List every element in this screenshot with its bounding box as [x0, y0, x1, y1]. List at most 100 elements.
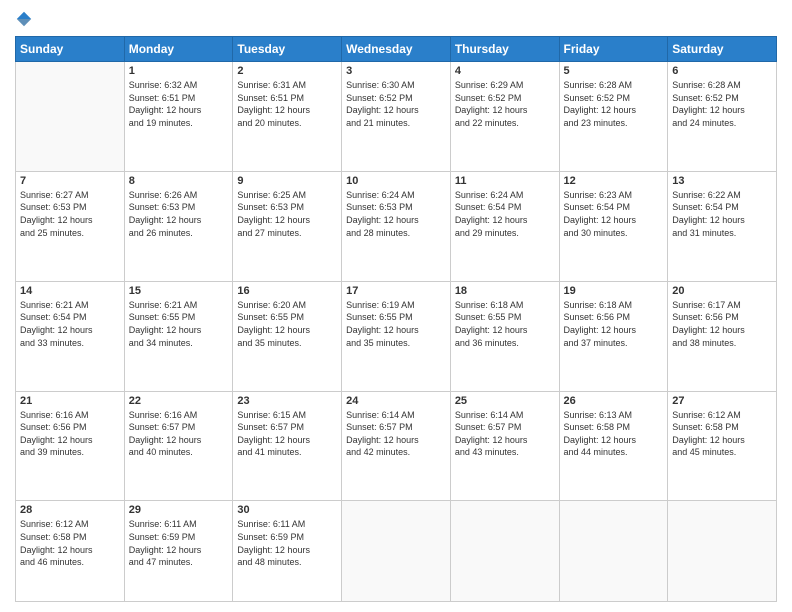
calendar-cell: [450, 501, 559, 602]
day-number: 21: [20, 395, 120, 407]
day-number: 3: [346, 65, 446, 77]
column-header-monday: Monday: [124, 37, 233, 62]
day-number: 28: [20, 504, 120, 516]
logo: [15, 10, 35, 28]
day-info: Sunrise: 6:23 AM Sunset: 6:54 PM Dayligh…: [564, 189, 664, 239]
day-number: 1: [129, 65, 229, 77]
page: SundayMondayTuesdayWednesdayThursdayFrid…: [0, 0, 792, 612]
day-info: Sunrise: 6:20 AM Sunset: 6:55 PM Dayligh…: [237, 299, 337, 349]
day-number: 15: [129, 285, 229, 297]
calendar-cell: 9 Sunrise: 6:25 AM Sunset: 6:53 PM Daylig…: [233, 171, 342, 281]
column-header-sunday: Sunday: [16, 37, 125, 62]
day-info: Sunrise: 6:28 AM Sunset: 6:52 PM Dayligh…: [564, 79, 664, 129]
calendar-cell: [16, 62, 125, 172]
day-number: 20: [672, 285, 772, 297]
column-header-wednesday: Wednesday: [342, 37, 451, 62]
calendar-cell: 24 Sunrise: 6:14 AM Sunset: 6:57 PM Dayli…: [342, 391, 451, 501]
day-number: 26: [564, 395, 664, 407]
logo-icon: [15, 10, 33, 28]
day-info: Sunrise: 6:13 AM Sunset: 6:58 PM Dayligh…: [564, 409, 664, 459]
calendar-cell: [559, 501, 668, 602]
day-info: Sunrise: 6:17 AM Sunset: 6:56 PM Dayligh…: [672, 299, 772, 349]
day-info: Sunrise: 6:18 AM Sunset: 6:56 PM Dayligh…: [564, 299, 664, 349]
column-header-saturday: Saturday: [668, 37, 777, 62]
calendar-cell: 26 Sunrise: 6:13 AM Sunset: 6:58 PM Dayli…: [559, 391, 668, 501]
calendar-cell: 15 Sunrise: 6:21 AM Sunset: 6:55 PM Dayli…: [124, 281, 233, 391]
day-number: 13: [672, 175, 772, 187]
calendar-cell: [342, 501, 451, 602]
day-info: Sunrise: 6:30 AM Sunset: 6:52 PM Dayligh…: [346, 79, 446, 129]
day-number: 2: [237, 65, 337, 77]
day-info: Sunrise: 6:24 AM Sunset: 6:54 PM Dayligh…: [455, 189, 555, 239]
calendar-week-row: 7 Sunrise: 6:27 AM Sunset: 6:53 PM Daylig…: [16, 171, 777, 281]
day-number: 22: [129, 395, 229, 407]
calendar-cell: 23 Sunrise: 6:15 AM Sunset: 6:57 PM Dayli…: [233, 391, 342, 501]
day-info: Sunrise: 6:26 AM Sunset: 6:53 PM Dayligh…: [129, 189, 229, 239]
day-number: 6: [672, 65, 772, 77]
day-info: Sunrise: 6:11 AM Sunset: 6:59 PM Dayligh…: [237, 518, 337, 568]
calendar-cell: 28 Sunrise: 6:12 AM Sunset: 6:58 PM Dayli…: [16, 501, 125, 602]
calendar-week-row: 1Sunrise: 6:32 AM Sunset: 6:51 PM Daylig…: [16, 62, 777, 172]
calendar-cell: 12Sunrise: 6:23 AM Sunset: 6:54 PM Dayli…: [559, 171, 668, 281]
day-info: Sunrise: 6:21 AM Sunset: 6:55 PM Dayligh…: [129, 299, 229, 349]
day-info: Sunrise: 6:22 AM Sunset: 6:54 PM Dayligh…: [672, 189, 772, 239]
day-number: 30: [237, 504, 337, 516]
day-number: 14: [20, 285, 120, 297]
day-number: 9: [237, 175, 337, 187]
day-info: Sunrise: 6:12 AM Sunset: 6:58 PM Dayligh…: [20, 518, 120, 568]
calendar-cell: 5 Sunrise: 6:28 AM Sunset: 6:52 PM Daylig…: [559, 62, 668, 172]
calendar-cell: 18 Sunrise: 6:18 AM Sunset: 6:55 PM Dayli…: [450, 281, 559, 391]
calendar-table: SundayMondayTuesdayWednesdayThursdayFrid…: [15, 36, 777, 602]
calendar-cell: 8Sunrise: 6:26 AM Sunset: 6:53 PM Daylig…: [124, 171, 233, 281]
calendar-cell: 19 Sunrise: 6:18 AM Sunset: 6:56 PM Dayli…: [559, 281, 668, 391]
day-info: Sunrise: 6:24 AM Sunset: 6:53 PM Dayligh…: [346, 189, 446, 239]
day-number: 4: [455, 65, 555, 77]
day-number: 16: [237, 285, 337, 297]
calendar-week-row: 28 Sunrise: 6:12 AM Sunset: 6:58 PM Dayli…: [16, 501, 777, 602]
calendar-cell: 20 Sunrise: 6:17 AM Sunset: 6:56 PM Dayli…: [668, 281, 777, 391]
day-number: 5: [564, 65, 664, 77]
day-number: 17: [346, 285, 446, 297]
day-number: 7: [20, 175, 120, 187]
day-info: Sunrise: 6:15 AM Sunset: 6:57 PM Dayligh…: [237, 409, 337, 459]
day-number: 25: [455, 395, 555, 407]
day-info: Sunrise: 6:19 AM Sunset: 6:55 PM Dayligh…: [346, 299, 446, 349]
day-info: Sunrise: 6:28 AM Sunset: 6:52 PM Dayligh…: [672, 79, 772, 129]
day-info: Sunrise: 6:21 AM Sunset: 6:54 PM Dayligh…: [20, 299, 120, 349]
day-info: Sunrise: 6:14 AM Sunset: 6:57 PM Dayligh…: [455, 409, 555, 459]
calendar-cell: 4Sunrise: 6:29 AM Sunset: 6:52 PM Daylig…: [450, 62, 559, 172]
day-number: 23: [237, 395, 337, 407]
day-info: Sunrise: 6:12 AM Sunset: 6:58 PM Dayligh…: [672, 409, 772, 459]
calendar-cell: 10Sunrise: 6:24 AM Sunset: 6:53 PM Dayli…: [342, 171, 451, 281]
column-header-thursday: Thursday: [450, 37, 559, 62]
calendar-cell: 6 Sunrise: 6:28 AM Sunset: 6:52 PM Daylig…: [668, 62, 777, 172]
day-number: 18: [455, 285, 555, 297]
calendar-cell: 16 Sunrise: 6:20 AM Sunset: 6:55 PM Dayli…: [233, 281, 342, 391]
day-number: 11: [455, 175, 555, 187]
day-number: 27: [672, 395, 772, 407]
calendar-cell: 27 Sunrise: 6:12 AM Sunset: 6:58 PM Dayli…: [668, 391, 777, 501]
column-header-friday: Friday: [559, 37, 668, 62]
day-info: Sunrise: 6:25 AM Sunset: 6:53 PM Dayligh…: [237, 189, 337, 239]
calendar-cell: 2Sunrise: 6:31 AM Sunset: 6:51 PM Daylig…: [233, 62, 342, 172]
calendar-cell: 14 Sunrise: 6:21 AM Sunset: 6:54 PM Dayli…: [16, 281, 125, 391]
calendar-header-row: SundayMondayTuesdayWednesdayThursdayFrid…: [16, 37, 777, 62]
calendar-cell: [668, 501, 777, 602]
calendar-cell: 21 Sunrise: 6:16 AM Sunset: 6:56 PM Dayli…: [16, 391, 125, 501]
day-number: 29: [129, 504, 229, 516]
calendar-cell: 1Sunrise: 6:32 AM Sunset: 6:51 PM Daylig…: [124, 62, 233, 172]
calendar-cell: 11 Sunrise: 6:24 AM Sunset: 6:54 PM Dayli…: [450, 171, 559, 281]
calendar-cell: 29Sunrise: 6:11 AM Sunset: 6:59 PM Dayli…: [124, 501, 233, 602]
calendar-cell: 17 Sunrise: 6:19 AM Sunset: 6:55 PM Dayli…: [342, 281, 451, 391]
calendar-week-row: 21 Sunrise: 6:16 AM Sunset: 6:56 PM Dayli…: [16, 391, 777, 501]
header: [15, 10, 777, 28]
day-number: 24: [346, 395, 446, 407]
calendar-cell: 3 Sunrise: 6:30 AM Sunset: 6:52 PM Daylig…: [342, 62, 451, 172]
day-info: Sunrise: 6:14 AM Sunset: 6:57 PM Dayligh…: [346, 409, 446, 459]
day-info: Sunrise: 6:18 AM Sunset: 6:55 PM Dayligh…: [455, 299, 555, 349]
day-info: Sunrise: 6:27 AM Sunset: 6:53 PM Dayligh…: [20, 189, 120, 239]
calendar-cell: 30 Sunrise: 6:11 AM Sunset: 6:59 PM Dayli…: [233, 501, 342, 602]
day-info: Sunrise: 6:16 AM Sunset: 6:57 PM Dayligh…: [129, 409, 229, 459]
day-number: 19: [564, 285, 664, 297]
day-info: Sunrise: 6:16 AM Sunset: 6:56 PM Dayligh…: [20, 409, 120, 459]
